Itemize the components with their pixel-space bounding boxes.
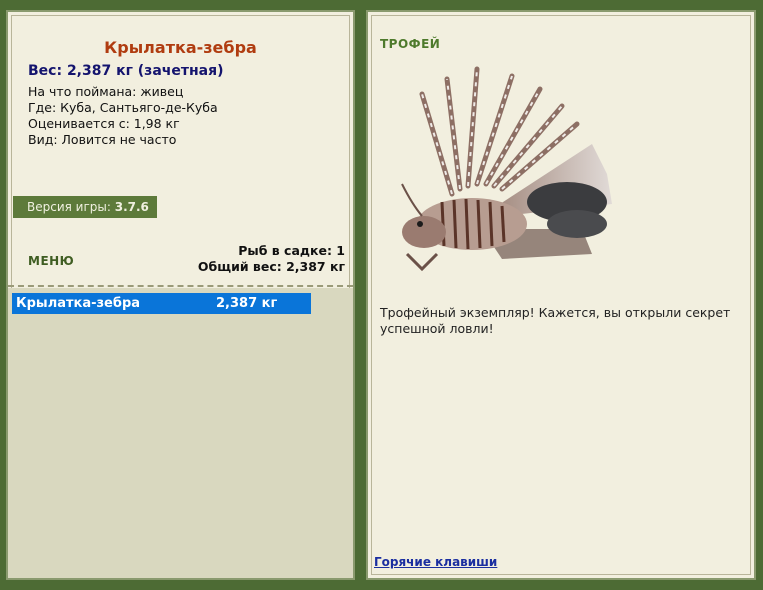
catch-item-name: Крылатка-зебра <box>16 296 141 311</box>
menu-button[interactable]: МЕНЮ <box>28 252 78 270</box>
dashed-divider <box>8 285 353 287</box>
catch-item-weight: 2,387 кг <box>216 296 278 311</box>
trophy-title: ТРОФЕЙ <box>380 37 441 51</box>
version-label: Версия игры: <box>27 200 111 214</box>
frequency-info: Вид: Ловится не часто <box>28 132 177 147</box>
fish-weight: Вес: 2,387 кг (зачетная) <box>28 63 224 79</box>
catch-list: Крылатка-зебра 2,387 кг <box>8 288 353 578</box>
location-info: Где: Куба, Сантьяго-де-Куба <box>28 100 218 115</box>
lionfish-image <box>401 66 612 272</box>
fish-info-panel: Крылатка-зебра Вес: 2,387 кг (зачетная) … <box>6 10 355 580</box>
total-weight: Общий вес: 2,387 кг <box>197 259 345 274</box>
trophy-description: Трофейный экземпляр! Кажется, вы открыли… <box>380 305 731 336</box>
catch-list-item[interactable]: Крылатка-зебра 2,387 кг <box>12 293 311 314</box>
game-version: Версия игры: 3.7.6 <box>13 196 157 218</box>
rated-from-info: Оценивается с: 1,98 кг <box>28 116 180 131</box>
fish-count: Рыб в садке: 1 <box>238 243 345 258</box>
trophy-panel: ТРОФЕЙ Трофейный экземпляр! Кажется, вы … <box>366 10 756 580</box>
hotkeys-link[interactable]: Горячие клавиши <box>374 555 497 569</box>
keepnet-stats: Рыб в садке: 1 Общий вес: 2,387 кг <box>198 243 345 275</box>
fish-title: Крылатка-зебра <box>104 38 257 57</box>
bait-info: На что поймана: живец <box>28 84 184 99</box>
version-value: 3.7.6 <box>114 200 149 214</box>
